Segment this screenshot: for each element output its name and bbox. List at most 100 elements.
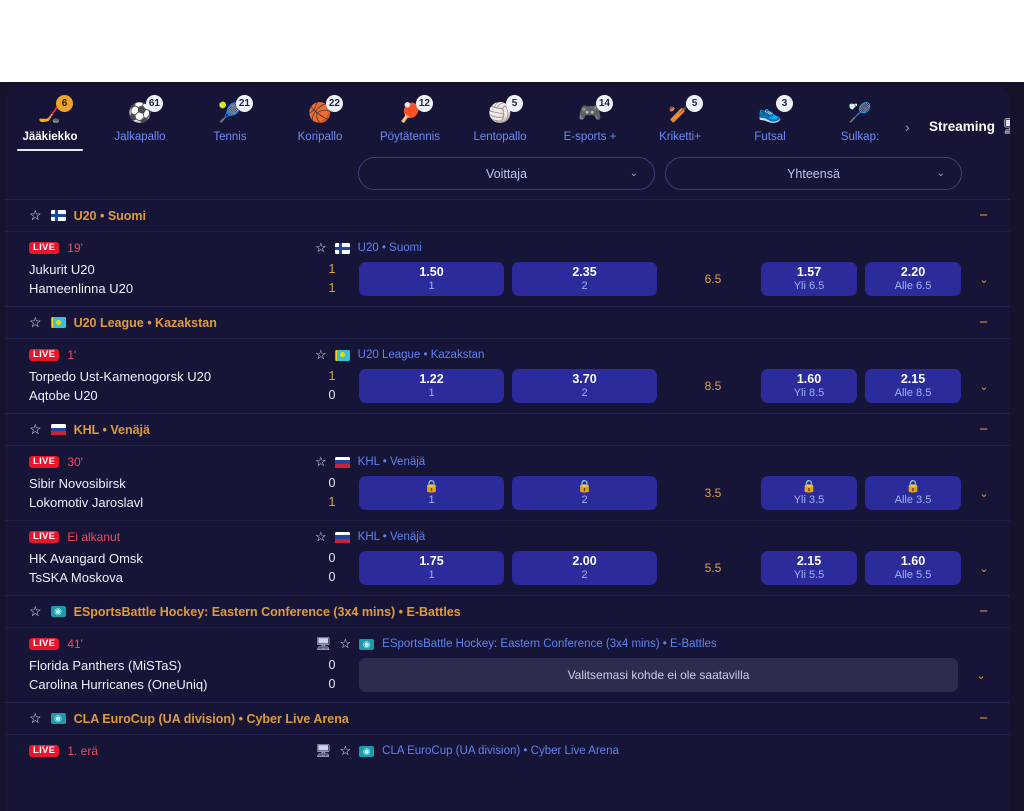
team-names: Sibir Novosibirsk Lokomotiv Jaroslavl [29, 474, 319, 512]
lock-icon: 🔒 [905, 478, 921, 493]
favorite-star-icon[interactable]: ☆ [29, 603, 42, 620]
sport-tab-sulkap[interactable]: 🏸 Sulkap: [815, 96, 905, 144]
odds-button-winner[interactable]: 1.22 1 [359, 369, 504, 403]
odds-button-winner[interactable]: 🔒 1 [359, 476, 504, 510]
sport-tab-label: Kriketti+ [659, 131, 701, 143]
team-name: Aqtobe U20 [29, 388, 98, 403]
odds-label: Alle 6.5 [894, 279, 932, 292]
odds-button-total[interactable]: 🔒 Yli 3.5 [761, 476, 857, 510]
sport-tab-e-sports[interactable]: 🎮 14 E-sports + [545, 95, 635, 143]
sport-count-badge: 6 [56, 95, 73, 112]
league-header[interactable]: ☆ U20 League • Kazakstan − [5, 306, 1010, 338]
score-column: 01 [319, 474, 345, 512]
favorite-star-icon[interactable]: ☆ [29, 710, 42, 727]
match-row[interactable]: LIVE Ei alkanut ☆ KHL • Venäjä HK Avangard O… [5, 520, 1010, 595]
odds-button-winner[interactable]: 🔒 2 [512, 476, 657, 510]
lock-icon: 🔒 [424, 478, 439, 493]
odds-button-winner[interactable]: 2.00 2 [512, 551, 657, 585]
handicap-value: 8.5 [704, 379, 722, 393]
odds-button-total[interactable]: 1.60 Alle 5.5 [865, 551, 961, 585]
expand-match-chevron-icon[interactable]: ⌄ [969, 487, 999, 500]
odds-button-winner[interactable]: 1.50 1 [359, 262, 504, 296]
odds-button-total[interactable]: 1.60 Yli 8.5 [761, 369, 857, 403]
match-league-link[interactable]: U20 • Suomi [358, 242, 422, 254]
favorite-star-icon[interactable]: ☆ [315, 347, 327, 363]
favorite-star-icon[interactable]: ☆ [29, 314, 42, 331]
favorite-star-icon[interactable]: ☆ [315, 529, 327, 545]
sport-tab-kriketti[interactable]: 🏏 5 Kriketti+ [635, 95, 725, 143]
odds-button-total[interactable]: 2.20 Alle 6.5 [865, 262, 961, 296]
league-header[interactable]: ☆ ◉ ESportsBattle Hockey: Eastern Conferen… [5, 595, 1010, 627]
match-league-link[interactable]: ESportsBattle Hockey: Eastern Conference… [382, 638, 716, 650]
match-league-link[interactable]: CLA EuroCup (UA division) • Cyber Live A… [382, 745, 619, 757]
league-flag-icon: ◉ [50, 606, 66, 617]
odds-button-winner[interactable]: 2.35 2 [512, 262, 657, 296]
match-league-link[interactable]: KHL • Venäjä [358, 456, 426, 468]
odds-button-winner[interactable]: 1.75 1 [359, 551, 504, 585]
favorite-star-icon[interactable]: ☆ [315, 240, 327, 256]
collapse-league-button[interactable]: − [979, 421, 996, 438]
odds-button-total[interactable]: 2.15 Yli 5.5 [761, 551, 857, 585]
streaming-label: Streaming [929, 118, 996, 134]
favorite-star-icon[interactable]: ☆ [315, 454, 327, 470]
match-league-flag-icon [334, 242, 350, 254]
team-name: Carolina Hurricanes (OneUniq) [29, 677, 208, 692]
odds-button-total[interactable]: 2.15 Alle 8.5 [865, 369, 961, 403]
sport-count-badge: 22 [325, 95, 343, 112]
sport-tab-j-kiekko[interactable]: 🏒 6 Jääkiekko [5, 95, 95, 151]
match-league-link[interactable]: U20 League • Kazakstan [358, 349, 485, 361]
sport-count-badge: 5 [686, 95, 703, 112]
league-header[interactable]: ☆ KHL • Venäjä − [5, 413, 1010, 445]
app-shell: 🏒 6 Jääkiekko ⚽ 61 Jalkapallo 🎾 21 Tennis 🏀 22 Kori… [5, 86, 1010, 811]
expand-match-chevron-icon[interactable]: ⌄ [966, 669, 996, 682]
favorite-star-icon[interactable]: ☆ [340, 743, 352, 759]
sport-tab-p-yt-tennis[interactable]: 🏓 12 Pöytätennis [365, 95, 455, 143]
sport-tab-lentopallo[interactable]: 🏐 5 Lentopallo [455, 95, 545, 143]
favorite-star-icon[interactable]: ☆ [29, 421, 42, 438]
collapse-league-button[interactable]: − [979, 710, 996, 727]
collapse-league-button[interactable]: − [979, 603, 996, 620]
sport-tab-jalkapallo[interactable]: ⚽ 61 Jalkapallo [95, 95, 185, 143]
odds-button-total[interactable]: 🔒 Alle 3.5 [865, 476, 961, 510]
live-badge: LIVE [29, 637, 60, 651]
total-filter[interactable]: Yhteensä ⌄ [665, 157, 962, 190]
odds-button-winner[interactable]: 3.70 2 [512, 369, 657, 403]
tv-stream-icon[interactable]: 🖥 [315, 636, 332, 652]
sport-tab-tennis[interactable]: 🎾 21 Tennis [185, 95, 275, 143]
odds-label: Yli 6.5 [793, 279, 825, 292]
nav-more-chevron-icon[interactable]: › [905, 119, 923, 135]
odds-value: 1.60 [900, 553, 926, 568]
match-row[interactable]: LIVE 1. erä 🖥 ☆ ◉ CLA EuroCup (UA division) •… [5, 734, 1010, 796]
match-row[interactable]: LIVE 1' ☆ U20 League • Kazakstan Torpedo Ust… [5, 338, 1010, 413]
sport-tab-futsal[interactable]: 👟 3 Futsal [725, 95, 815, 143]
match-row[interactable]: LIVE 30' ☆ KHL • Venäjä Sibir Novosibirsk Lok… [5, 445, 1010, 520]
live-badge: LIVE [29, 241, 60, 255]
favorite-star-icon[interactable]: ☆ [340, 636, 352, 652]
expand-match-chevron-icon[interactable]: ⌄ [969, 380, 999, 393]
match-row[interactable]: LIVE 19' ☆ U20 • Suomi Jukurit U20 Hameenlinn… [5, 231, 1010, 306]
collapse-league-button[interactable]: − [979, 207, 996, 224]
match-league-link[interactable]: KHL • Venäjä [358, 531, 426, 543]
team-name: Sibir Novosibirsk [29, 476, 126, 491]
collapse-league-button[interactable]: − [979, 314, 996, 331]
match-row[interactable]: LIVE 41' 🖥 ☆ ◉ ESportsBattle Hockey: Eastern … [5, 627, 1010, 702]
league-header[interactable]: ☆ ◉ CLA EuroCup (UA division) • Cyber Live… [5, 702, 1010, 734]
filter-value: Yhteensä [787, 166, 840, 181]
handicap-value: 6.5 [704, 272, 722, 286]
team-score: 0 [328, 476, 336, 490]
team-names: Jukurit U20 Hameenlinna U20 [29, 260, 319, 298]
sport-tab-koripallo[interactable]: 🏀 22 Koripallo [275, 95, 365, 143]
sport-icon-wrap: 🏸 [843, 100, 877, 126]
match-clock: 1' [67, 348, 77, 362]
league-header[interactable]: ☆ U20 • Suomi − [5, 199, 1010, 231]
odds-label: 2 [581, 279, 588, 292]
odds-button-total[interactable]: 1.57 Yli 6.5 [761, 262, 857, 296]
favorite-star-icon[interactable]: ☆ [29, 207, 42, 224]
expand-match-chevron-icon[interactable]: ⌄ [969, 562, 999, 575]
winner-filter[interactable]: Voittaja ⌄ [358, 157, 655, 190]
expand-match-chevron-icon[interactable]: ⌄ [969, 273, 999, 286]
odds-area: 1.50 1 2.35 2 6.5 1.57 Yli 6.5 2.20 Alle 6.5 ⌄ [345, 262, 999, 296]
tv-stream-icon[interactable]: 🖥 [315, 743, 332, 759]
match-league-flag-icon [334, 531, 350, 543]
sport-icon-wrap: 👟 3 [753, 95, 793, 126]
